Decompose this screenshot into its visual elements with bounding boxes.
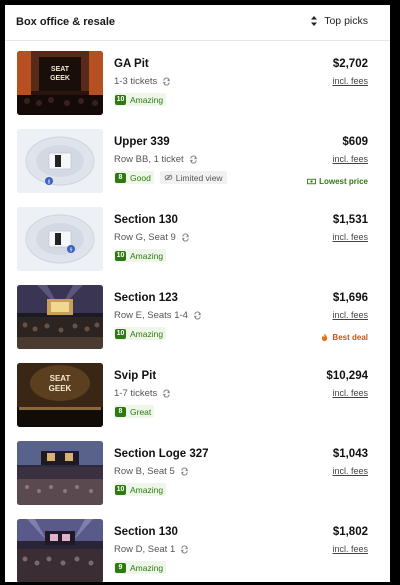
- badge-label: Best deal: [332, 333, 368, 342]
- seat-marker-text: 8: [48, 180, 51, 186]
- sort-label: Top picks: [324, 15, 368, 27]
- seat-marker-text: 9: [70, 248, 73, 254]
- seat-detail: Row E, Seats 1-4: [114, 310, 188, 321]
- best-deal-badge: Best deal: [320, 333, 368, 342]
- section-name: GA Pit: [114, 58, 149, 70]
- seat-detail: Row BB, 1 ticket: [114, 154, 184, 165]
- deal-score: 8: [115, 172, 126, 183]
- deal-label: Amazing: [130, 484, 164, 495]
- deal-label: Good: [130, 172, 151, 183]
- section-name: Section Loge 327: [114, 448, 209, 460]
- deal-label: Amazing: [130, 94, 164, 105]
- flame-icon: [322, 333, 328, 342]
- listing-row[interactable]: Section 123 Row E, Seats 1-4 10 Amazing $…: [5, 279, 390, 357]
- listing-thumbnail: [17, 441, 103, 505]
- listing-row[interactable]: Section Loge 327 Row B, Seat 5 10 Amazing…: [5, 435, 390, 513]
- listing-price: $2,702: [332, 58, 368, 70]
- money-icon: [307, 178, 317, 185]
- transfer-icon: [181, 545, 189, 554]
- listing-row[interactable]: 8 Upper 339 Row BB, 1 ticket 8 Good Limit…: [5, 123, 390, 201]
- stage-photo-image: SEAT GEEK: [17, 51, 103, 115]
- stage-photo-image: [17, 519, 103, 582]
- limited-view-badge: Limited view: [159, 171, 227, 184]
- fees-link[interactable]: incl. fees: [332, 154, 368, 164]
- deal-score-badge: 10 Amazing: [114, 327, 167, 340]
- listing-row[interactable]: SEAT GEEK GA Pit 1-3 tickets 10 Amazing $…: [5, 45, 390, 123]
- transfer-icon: [189, 155, 197, 164]
- deal-score-badge: 9 Amazing: [114, 561, 167, 574]
- transfer-icon: [163, 77, 171, 86]
- section-name: Section 130: [114, 526, 178, 538]
- listing-row[interactable]: SEAT GEEK Svip Pit 1-7 tickets 8 Great $1…: [5, 357, 390, 435]
- deal-score-badge: 8 Great: [114, 405, 155, 418]
- listing-price: $1,531: [332, 214, 368, 226]
- seat-detail: Row G, Seat 9: [114, 232, 176, 243]
- section-name: Section 130: [114, 214, 178, 226]
- listing-thumbnail: 8: [17, 129, 103, 193]
- lowest-price-badge: Lowest price: [307, 177, 368, 186]
- deal-score-badge: 8 Good: [114, 171, 154, 184]
- listing-thumbnail: SEAT GEEK: [17, 51, 103, 115]
- listing-row[interactable]: Section 130 Row D, Seat 1 9 Amazing $1,80…: [5, 513, 390, 582]
- fees-link[interactable]: incl. fees: [332, 466, 368, 476]
- panel-header: Box office & resale Top picks: [5, 5, 390, 41]
- deal-score-badge: 10 Amazing: [114, 249, 167, 262]
- fees-link[interactable]: incl. fees: [326, 388, 368, 398]
- deal-label: Amazing: [130, 328, 164, 339]
- fees-link[interactable]: incl. fees: [332, 544, 368, 554]
- deal-score: 10: [115, 484, 126, 495]
- seat-detail: Row B, Seat 5: [114, 466, 175, 477]
- listing-thumbnail: [17, 285, 103, 349]
- deal-label: Amazing: [130, 250, 164, 261]
- listing-row[interactable]: 9 Section 130 Row G, Seat 9 10 Amazing $1…: [5, 201, 390, 279]
- deal-score: 10: [115, 328, 126, 339]
- limited-view-label: Limited view: [175, 172, 223, 183]
- listing-thumbnail: SEAT GEEK: [17, 363, 103, 427]
- thumb-logo-text: SEAT: [51, 66, 70, 73]
- deal-label: Amazing: [130, 562, 164, 573]
- listing-price: $10,294: [326, 370, 368, 382]
- listing-thumbnail: [17, 519, 103, 582]
- deal-score: 10: [115, 250, 126, 261]
- fees-link[interactable]: incl. fees: [332, 232, 368, 242]
- listing-panel: Box office & resale Top picks SEAT GEEK: [5, 5, 390, 582]
- transfer-icon: [194, 311, 201, 320]
- sort-arrows-icon: [311, 16, 318, 26]
- thumb-logo-text: SEAT: [50, 374, 71, 383]
- stage-photo-image: [17, 285, 103, 349]
- section-name: Section 123: [114, 292, 178, 304]
- deal-score: 9: [115, 562, 126, 573]
- listing-thumbnail: 9: [17, 207, 103, 271]
- transfer-icon: [181, 233, 189, 242]
- deal-score: 10: [115, 94, 126, 105]
- seat-detail: 1-3 tickets: [114, 76, 158, 87]
- fees-link[interactable]: incl. fees: [332, 310, 368, 320]
- stage-photo-image: [17, 441, 103, 505]
- eye-slash-icon: [164, 174, 173, 181]
- seat-detail: Row D, Seat 1: [114, 544, 176, 555]
- listing-price: $1,802: [332, 526, 368, 538]
- badge-label: Lowest price: [319, 177, 368, 186]
- section-name: Upper 339: [114, 136, 170, 148]
- listing-price: $1,696: [332, 292, 368, 304]
- sort-button[interactable]: Top picks: [309, 15, 368, 27]
- listing-price: $609: [342, 136, 368, 148]
- stage-photo-image: SEAT GEEK: [17, 363, 103, 427]
- panel-title: Box office & resale: [16, 16, 116, 28]
- listing-price: $1,043: [332, 448, 368, 460]
- seat-map-image: 9: [17, 207, 103, 271]
- seat-detail: 1-7 tickets: [114, 388, 158, 399]
- deal-score-badge: 10 Amazing: [114, 483, 167, 496]
- svg-text:GEEK: GEEK: [50, 75, 70, 82]
- section-name: Svip Pit: [114, 370, 157, 382]
- deal-score: 8: [115, 406, 126, 417]
- transfer-icon: [180, 467, 188, 476]
- deal-label: Great: [130, 406, 152, 417]
- seat-map-image: 8: [17, 129, 103, 193]
- deal-score-badge: 10 Amazing: [114, 93, 167, 106]
- transfer-icon: [163, 389, 171, 398]
- fees-link[interactable]: incl. fees: [332, 76, 368, 86]
- svg-text:GEEK: GEEK: [49, 384, 72, 393]
